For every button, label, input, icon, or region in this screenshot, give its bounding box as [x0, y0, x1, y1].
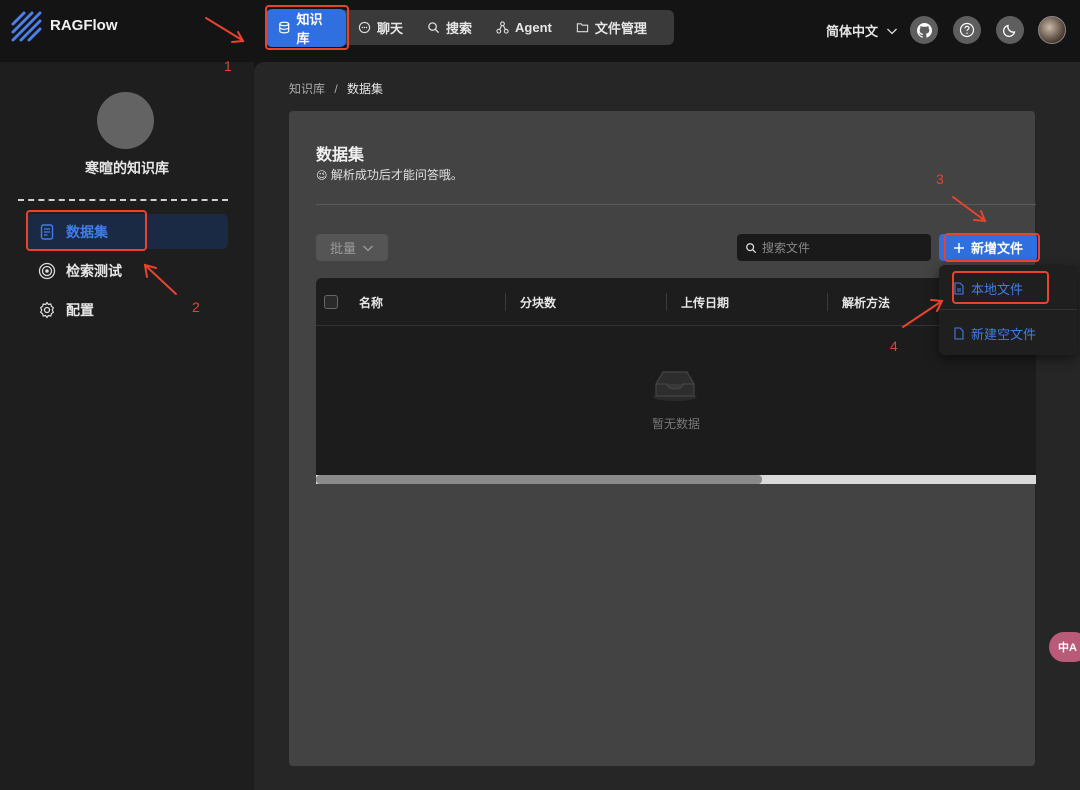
language-label: 简体中文 [826, 24, 879, 39]
bulk-button[interactable]: 批量 [316, 234, 388, 261]
nav-label: 知识库 [296, 11, 323, 46]
select-all-checkbox[interactable] [324, 295, 338, 309]
kb-name: 寒暄的知识库 [85, 160, 169, 176]
nav-chat[interactable]: 聊天 [346, 10, 415, 45]
panel-divider [316, 204, 1036, 205]
plus-icon [953, 242, 964, 253]
search-icon [746, 242, 757, 253]
horizontal-scrollbar[interactable] [316, 475, 1036, 484]
moon-icon [1002, 24, 1016, 38]
file-table: 名称 分块数 上传日期 解析方法 暂无数据 [316, 278, 1036, 484]
main-nav: 知识库 聊天 搜索 Agent 文件管理 [266, 8, 674, 47]
wink-emoji-icon: 😉 [316, 170, 328, 182]
menu-item-new-empty-file[interactable]: 新建空文件 [953, 324, 1036, 343]
column-header-parser[interactable]: 解析方法 [842, 294, 890, 311]
subtitle-text: 解析成功后才能问答哦。 [330, 168, 463, 182]
nav-label: 聊天 [377, 21, 404, 36]
sidebar-item-label: 检索测试 [66, 262, 122, 279]
nav-label: 搜索 [446, 21, 473, 36]
kb-avatar [97, 92, 154, 149]
sidebar-item-dataset[interactable]: 数据集 [26, 214, 228, 249]
column-header-upload-date[interactable]: 上传日期 [681, 294, 729, 311]
sidebar-item-label: 配置 [66, 301, 94, 318]
file-icon [954, 282, 964, 295]
add-file-menu: 本地文件 新建空文件 [939, 265, 1077, 355]
annotation-number-1: 1 [224, 58, 232, 74]
sidebar-item-retrieval-test[interactable]: 检索测试 [26, 253, 228, 288]
translate-button[interactable]: 中A [1049, 632, 1080, 662]
help-icon [959, 22, 975, 38]
folder-icon [576, 23, 589, 33]
column-separator [505, 293, 506, 311]
github-icon [916, 22, 932, 38]
nav-knowledge-base[interactable]: 知识库 [266, 8, 346, 47]
sidebar-item-label: 数据集 [66, 223, 108, 240]
ragflow-logo-icon[interactable] [10, 10, 42, 42]
breadcrumb-parent[interactable]: 知识库 [289, 82, 325, 96]
page-subtitle: 😉 解析成功后才能问答哦。 [316, 166, 463, 183]
nav-file-management[interactable]: 文件管理 [564, 10, 659, 45]
menu-item-label: 新建空文件 [971, 327, 1037, 342]
sidebar-divider [18, 199, 228, 201]
search-input[interactable] [762, 240, 922, 255]
search-icon [428, 22, 440, 34]
column-separator [666, 293, 667, 311]
nav-agent[interactable]: Agent [484, 10, 564, 45]
column-header-name[interactable]: 名称 [359, 294, 383, 311]
chat-icon [358, 21, 371, 34]
nav-label: Agent [515, 20, 552, 35]
empty-inbox-icon [653, 371, 697, 401]
app-name[interactable]: RAGFlow [50, 17, 118, 34]
database-icon [279, 21, 290, 34]
top-bar: RAGFlow 知识库 聊天 搜索 Agent 文件管理 简体中文 [0, 0, 1080, 62]
target-icon [38, 262, 56, 279]
add-file-label: 新增文件 [970, 241, 1023, 256]
gear-icon [40, 301, 54, 318]
file-search[interactable] [737, 234, 931, 261]
language-select[interactable]: 简体中文 [826, 21, 898, 40]
breadcrumb-current: 数据集 [347, 82, 384, 96]
nav-search[interactable]: 搜索 [415, 10, 484, 45]
file-icon [954, 327, 964, 340]
breadcrumb-separator: / [334, 82, 338, 96]
table-header: 名称 分块数 上传日期 解析方法 [316, 278, 1036, 326]
annotation-number-2: 2 [192, 299, 200, 315]
github-button[interactable] [910, 16, 938, 44]
menu-item-label: 本地文件 [971, 282, 1024, 297]
menu-item-local-file[interactable]: 本地文件 [953, 279, 1023, 298]
breadcrumb: 知识库 / 数据集 [289, 80, 383, 97]
annotation-number-3: 3 [936, 171, 944, 187]
chevron-down-icon [887, 28, 897, 34]
theme-toggle-button[interactable] [996, 16, 1024, 44]
document-icon [40, 223, 54, 240]
sidebar: 寒暄的知识库 数据集 检索测试 配置 [0, 62, 254, 790]
annotation-number-4: 4 [890, 338, 898, 354]
empty-text: 暂无数据 [651, 417, 700, 431]
add-file-button[interactable]: 新增文件 [939, 234, 1037, 261]
nav-label: 文件管理 [594, 21, 647, 36]
chevron-down-icon [363, 245, 373, 251]
agent-icon [496, 21, 509, 34]
menu-divider [939, 309, 1077, 310]
page-title: 数据集 [316, 147, 365, 164]
bulk-label: 批量 [329, 241, 356, 256]
user-avatar[interactable] [1038, 16, 1066, 44]
help-button[interactable] [953, 16, 981, 44]
translate-label: 中A [1058, 642, 1077, 654]
scrollbar-thumb[interactable] [316, 475, 763, 484]
column-separator [827, 293, 828, 311]
column-header-chunks[interactable]: 分块数 [520, 294, 556, 311]
